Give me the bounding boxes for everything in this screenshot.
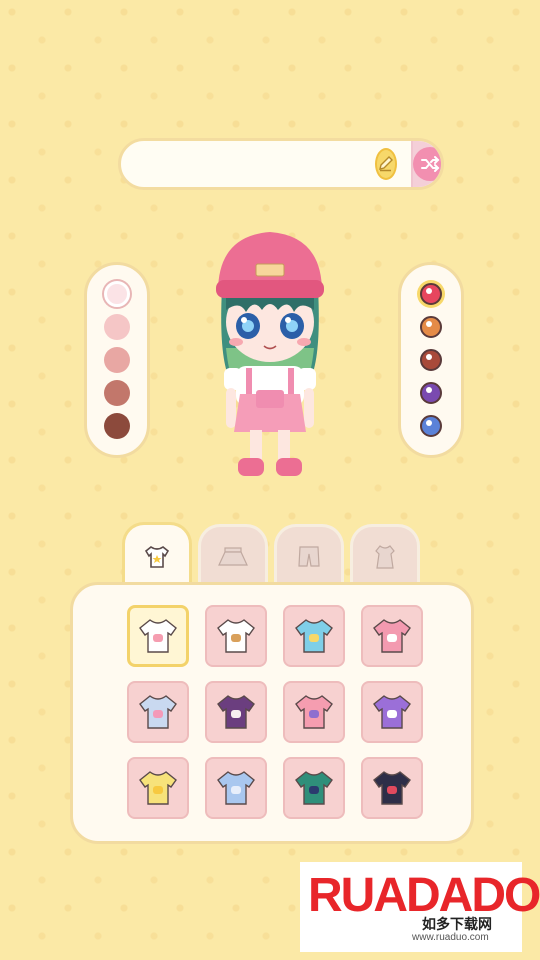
shirt-icon <box>217 619 255 653</box>
shirt-icon <box>373 619 411 653</box>
clothing-item-white-heart-tee[interactable] <box>127 605 189 667</box>
eye-color-swatch[interactable] <box>420 348 442 371</box>
eye-color-swatch[interactable] <box>420 382 442 405</box>
clothing-item-blue-kimono[interactable] <box>205 757 267 819</box>
skin-color-swatch[interactable] <box>104 380 130 407</box>
shirt-icon <box>217 771 255 805</box>
skirt-icon <box>218 546 248 566</box>
shirt-icon <box>217 695 255 729</box>
clothing-item-chef-jacket[interactable] <box>205 605 267 667</box>
shirt-icon <box>373 695 411 729</box>
shirt-icon <box>373 771 411 805</box>
skin-color-swatch[interactable] <box>104 313 130 340</box>
pants-icon <box>298 545 320 567</box>
shirt-icon <box>295 771 333 805</box>
shirt-icon <box>295 695 333 729</box>
shirt-icon <box>139 771 177 805</box>
tab-skirts[interactable] <box>198 524 268 586</box>
character-name-input[interactable] <box>121 141 375 187</box>
eye-color-swatch[interactable] <box>420 415 442 438</box>
skin-color-swatch[interactable] <box>104 280 130 307</box>
eye-color-swatch[interactable] <box>420 282 442 305</box>
clothing-item-bunny-sweater[interactable] <box>361 681 423 743</box>
clothing-item-pastel-hoodie[interactable] <box>127 681 189 743</box>
clothing-item-yellow-star-sweater[interactable] <box>127 757 189 819</box>
eye-color-panel <box>398 262 464 458</box>
skin-color-swatch[interactable] <box>104 346 130 373</box>
clothing-item-pink-qipao[interactable] <box>361 605 423 667</box>
wardrobe-panel <box>70 582 474 844</box>
shirt-icon <box>139 619 177 653</box>
shuffle-icon <box>413 147 441 181</box>
skin-color-swatch[interactable] <box>104 413 130 440</box>
watermark-site-name: 如多下载网 <box>422 916 492 932</box>
clothing-item-blue-star-tee[interactable] <box>283 605 345 667</box>
character-avatar <box>216 232 324 476</box>
tab-dresses[interactable] <box>350 524 420 586</box>
eye-color-swatch[interactable] <box>420 315 442 338</box>
clothing-item-green-jacket[interactable] <box>283 757 345 819</box>
tab-pants[interactable] <box>274 524 344 586</box>
shirt-icon <box>295 619 333 653</box>
watermark-url: www.ruaduo.com <box>412 932 489 943</box>
dress-icon <box>375 544 395 569</box>
clothing-grid <box>127 605 423 819</box>
skin-color-panel <box>84 262 150 458</box>
site-watermark: RUADADO 如多下载网 www.ruaduo.com <box>300 862 540 952</box>
name-bar <box>118 138 444 190</box>
clothing-item-denim-jacket[interactable] <box>361 757 423 819</box>
tshirt-icon <box>144 545 170 568</box>
shirt-icon <box>139 695 177 729</box>
tab-tops[interactable] <box>122 522 192 588</box>
clothing-item-pink-overall-top[interactable] <box>283 681 345 743</box>
clothing-item-striped-sweater[interactable] <box>205 681 267 743</box>
pencil-icon[interactable] <box>375 148 397 180</box>
